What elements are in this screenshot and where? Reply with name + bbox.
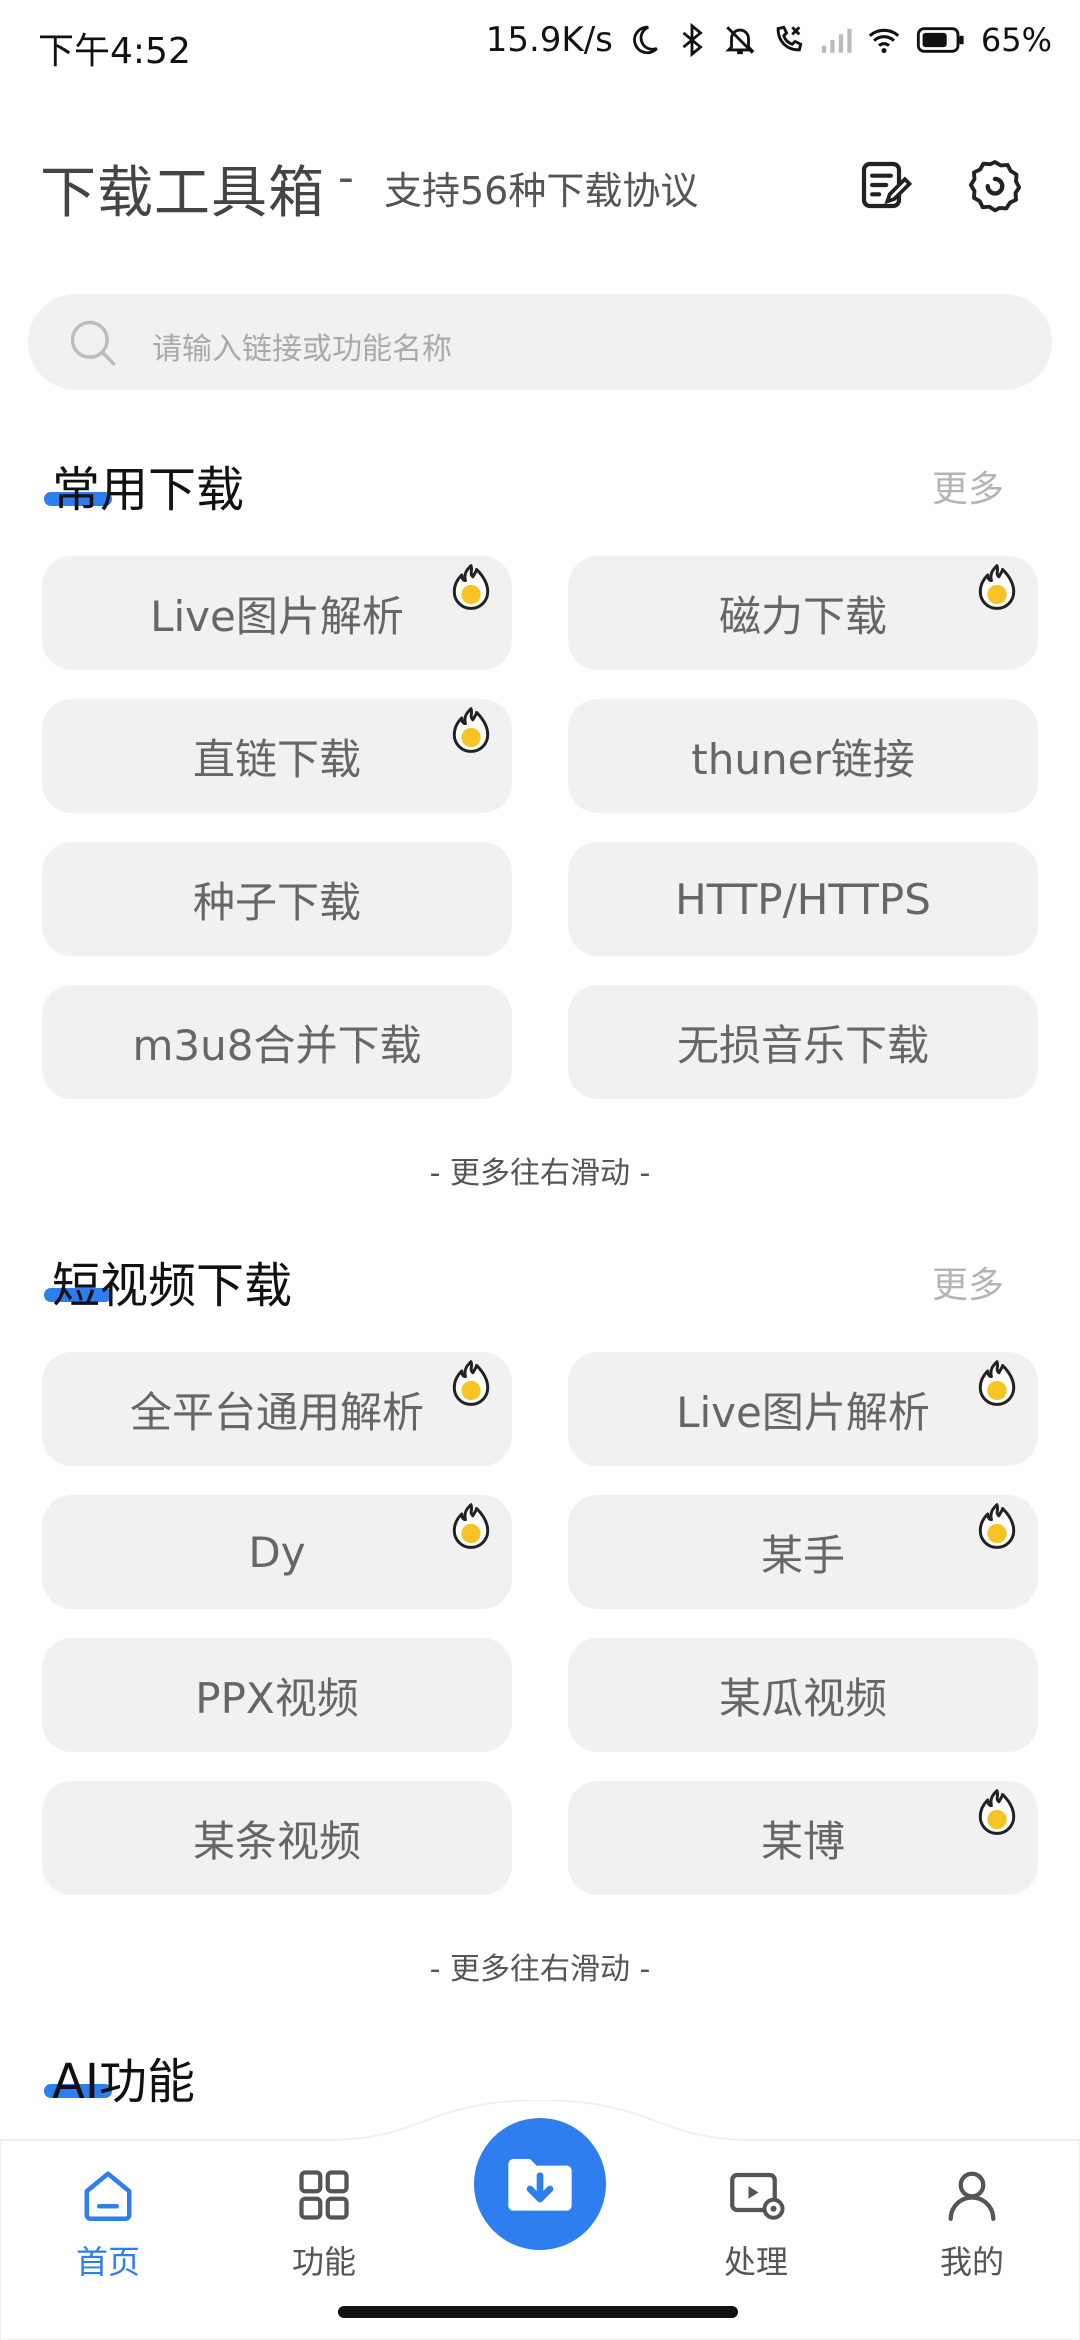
- user-profile-icon: [948, 2171, 996, 2221]
- nav-process-label: 处理: [723, 2243, 788, 2281]
- battery-percent: 65%: [980, 21, 1052, 59]
- feature-tile[interactable]: 无损音乐下载: [568, 985, 1038, 1099]
- section-title-text: 常用下载: [52, 462, 245, 518]
- grid-apps-icon: [299, 2170, 349, 2220]
- feature-tile-label: Dy: [248, 1527, 306, 1577]
- status-icons: 15.9K/s 65%: [486, 20, 1052, 60]
- feature-tile[interactable]: 全平台通用解析: [42, 1352, 512, 1466]
- moon-icon: [633, 25, 658, 55]
- search-input[interactable]: 请输入链接或功能名称: [152, 324, 452, 368]
- more-link-common[interactable]: 更多: [932, 460, 1004, 512]
- feature-tile-label: Live图片解析: [150, 591, 404, 641]
- feature-tile[interactable]: Dy: [42, 1495, 512, 1609]
- search-bar[interactable]: 请输入链接或功能名称: [28, 294, 1052, 390]
- settings-button[interactable]: [960, 150, 1030, 220]
- feature-tile-label: HTTP/HTTPS: [675, 874, 931, 924]
- feature-tile-label: 某博: [760, 1816, 845, 1866]
- home-indicator[interactable]: [338, 2306, 738, 2318]
- nav-mine[interactable]: 我的: [912, 2165, 1032, 2285]
- video-settings-icon: [730, 2172, 785, 2220]
- feature-tile[interactable]: m3u8合并下载: [42, 985, 512, 1099]
- battery-icon: [916, 27, 964, 53]
- feature-tile[interactable]: 某条视频: [42, 1781, 512, 1895]
- hot-flame-icon: [452, 707, 490, 753]
- feature-tile-label: 某手: [760, 1530, 845, 1580]
- network-speed: 15.9K/s: [485, 20, 613, 60]
- status-time: 下午4:52: [38, 31, 191, 72]
- feature-tile[interactable]: 某博: [568, 1781, 1038, 1895]
- feature-tile-label: 无损音乐下载: [676, 1020, 929, 1070]
- feature-tile-label: 全平台通用解析: [129, 1387, 424, 1437]
- nav-process[interactable]: 处理: [696, 2165, 816, 2285]
- page-title: 下载工具箱: [40, 161, 325, 226]
- call-off-icon: [776, 25, 803, 52]
- feature-tile-label: 磁力下载: [718, 591, 887, 641]
- signal-icon: [821, 28, 852, 53]
- folder-download-icon: [508, 2159, 572, 2211]
- nav-features-label: 功能: [291, 2243, 356, 2281]
- feature-tile-label: 某瓜视频: [718, 1673, 887, 1723]
- hot-flame-icon: [452, 1360, 490, 1406]
- app-screen: 下午4:52 15.9K/s 65% 下载工具箱 - 支持56种下载协议 请输入…: [0, 0, 1080, 2340]
- feature-tile[interactable]: Live图片解析: [568, 1352, 1038, 1466]
- settings-gear-icon: [968, 160, 1022, 213]
- hot-flame-icon: [978, 1789, 1016, 1835]
- download-folder-button[interactable]: [474, 2118, 606, 2250]
- feature-tile-label: 直链下载: [192, 734, 361, 784]
- feature-tile[interactable]: 某手: [568, 1495, 1038, 1609]
- status-bar: 下午4:52 15.9K/s 65%: [0, 0, 1080, 90]
- scroll-hint-short-video: - 更多往右滑动 -: [429, 1952, 651, 1987]
- feature-tile-label: PPX视频: [195, 1673, 359, 1723]
- nav-home-label: 首页: [75, 2243, 140, 2281]
- feature-tile-label: thuner链接: [691, 734, 915, 784]
- feature-tile[interactable]: HTTP/HTTPS: [568, 842, 1038, 956]
- mute-bell-icon: [725, 26, 755, 55]
- feature-tile[interactable]: 直链下载: [42, 699, 512, 813]
- feature-tile-label: Live图片解析: [676, 1387, 930, 1437]
- feature-tile[interactable]: 某瓜视频: [568, 1638, 1038, 1752]
- hot-flame-icon: [978, 1360, 1016, 1406]
- feature-tile-label: 某条视频: [192, 1816, 361, 1866]
- wifi-icon: [868, 28, 900, 54]
- search-icon: [70, 320, 116, 366]
- feature-tile-label: m3u8合并下载: [132, 1020, 422, 1070]
- nav-features[interactable]: 功能: [264, 2165, 384, 2285]
- feature-tile[interactable]: 种子下载: [42, 842, 512, 956]
- page-subtitle: 支持56种下载协议: [384, 169, 699, 213]
- feature-tile-label: 种子下载: [192, 877, 361, 927]
- feature-tile[interactable]: Live图片解析: [42, 556, 512, 670]
- notes-edit-icon: [861, 161, 913, 209]
- feature-tile[interactable]: 磁力下载: [568, 556, 1038, 670]
- feature-tile[interactable]: thuner链接: [568, 699, 1038, 813]
- hot-flame-icon: [452, 564, 490, 610]
- scroll-hint-common: - 更多往右滑动 -: [429, 1156, 651, 1191]
- section-title-text: 短视频下载: [52, 1258, 293, 1314]
- nav-home[interactable]: 首页: [48, 2165, 168, 2285]
- bluetooth-icon: [682, 23, 703, 57]
- notes-edit-button[interactable]: [850, 150, 920, 220]
- hot-flame-icon: [978, 1503, 1016, 1549]
- hot-flame-icon: [978, 564, 1016, 610]
- title-separator: -: [338, 152, 354, 203]
- home-icon: [84, 2171, 132, 2221]
- hot-flame-icon: [452, 1503, 490, 1549]
- nav-mine-label: 我的: [939, 2243, 1004, 2281]
- page-header: 下载工具箱 - 支持56种下载协议: [0, 140, 1080, 230]
- feature-tile[interactable]: PPX视频: [42, 1638, 512, 1752]
- more-link-short-video[interactable]: 更多: [932, 1256, 1004, 1308]
